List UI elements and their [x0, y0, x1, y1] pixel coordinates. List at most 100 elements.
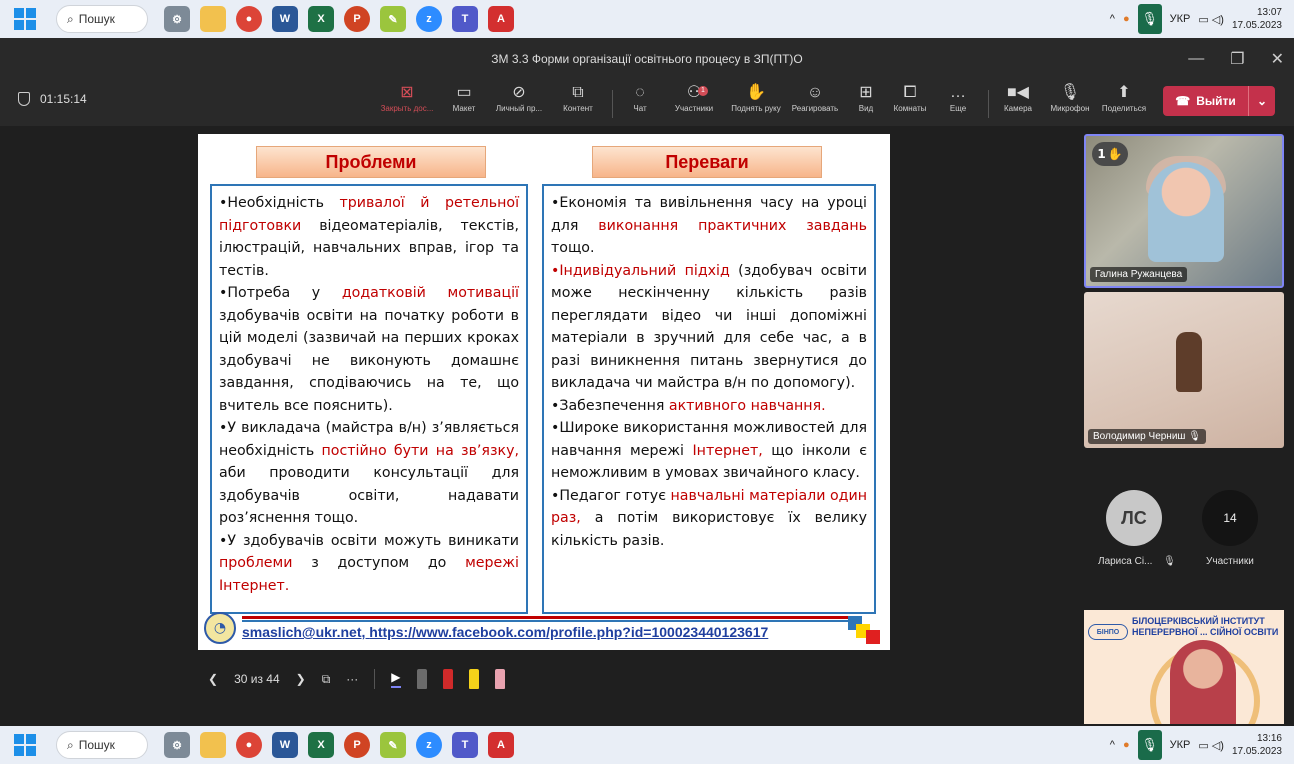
timer-label: 01:15:14	[40, 92, 87, 106]
hand-icon: ✋	[1107, 147, 1123, 161]
pdf-icon[interactable]: A	[488, 732, 514, 758]
restore-icon[interactable]: ❐	[1230, 49, 1244, 69]
highlighter-icon[interactable]	[468, 669, 479, 689]
teams-icon[interactable]: T	[452, 732, 478, 758]
meeting-toolbar: 01:15:14 ⊠ Закрыть дос... ▭ Макет ⊘ Личный …	[0, 80, 1294, 126]
more-button[interactable]: … Еще	[928, 82, 988, 113]
eraser-icon[interactable]	[494, 669, 505, 689]
slide-grid-icon[interactable]: ⧉	[322, 672, 331, 687]
text-segment: аби проводити консультації для здобувачі…	[219, 465, 519, 526]
paint-icon[interactable]: ✎	[380, 6, 406, 32]
minimize-icon[interactable]: —	[1188, 50, 1204, 68]
system-tray: ^ ● 🎙 УКР ▭ ◁) 13:16 17.05.2023	[1110, 726, 1282, 764]
layout-button[interactable]: ▭ Макет	[434, 82, 494, 113]
powerpoint-icon[interactable]: P	[344, 6, 370, 32]
participants-button[interactable]: ⚇ 1 Участники	[664, 82, 724, 113]
taskbar-search[interactable]: ⌕ Пошук	[56, 731, 148, 759]
language-indicator[interactable]: УКР	[1170, 13, 1191, 25]
pointer-icon[interactable]: ▶	[391, 670, 401, 688]
pdf-icon[interactable]: A	[488, 6, 514, 32]
clock[interactable]: 13:07 17.05.2023	[1232, 6, 1282, 32]
mic-tray-icon[interactable]: 🎙	[1137, 4, 1162, 34]
leave-label: Выйти	[1196, 94, 1236, 108]
chevron-right-icon[interactable]: ❯	[296, 672, 306, 686]
rooms-icon: ⧠	[903, 84, 917, 101]
gear-icon[interactable]: ⚙	[164, 732, 190, 758]
chevron-up-icon[interactable]: ^	[1110, 739, 1115, 751]
footer-email-link[interactable]: smaslich@ukr.net	[242, 624, 361, 640]
leave-main[interactable]: ☎ Выйти	[1163, 86, 1249, 116]
powerpoint-icon[interactable]: P	[344, 732, 370, 758]
gear-icon[interactable]: ⚙	[164, 6, 190, 32]
share-button[interactable]: ⬆ Поделиться	[1094, 82, 1154, 113]
text-segment: •Потреба у	[219, 285, 342, 301]
chat-button[interactable]: ◌ Чат	[610, 82, 670, 113]
chevron-up-icon[interactable]: ^	[1110, 13, 1115, 25]
word-icon[interactable]: W	[272, 732, 298, 758]
taskbar-apps: ⚙ ● W X P ✎ z T A	[164, 6, 514, 32]
word-icon[interactable]: W	[272, 6, 298, 32]
excel-icon[interactable]: X	[308, 6, 334, 32]
footer-facebook-link[interactable]: https://www.facebook.com/profile.php?id=…	[369, 624, 768, 640]
grid-icon: ⊞	[859, 84, 873, 101]
participants-count[interactable]: 14	[1202, 490, 1258, 546]
chevron-down-icon[interactable]: ⌄	[1249, 94, 1275, 108]
chrome-icon[interactable]: ●	[236, 6, 262, 32]
hand-icon: ✋	[746, 84, 766, 101]
camera-button[interactable]: ■◀ Камера	[988, 82, 1048, 113]
stop-sharing-button[interactable]: ⊠ Закрыть дос...	[377, 82, 437, 113]
chrome-icon[interactable]: ●	[236, 732, 262, 758]
author-logo-icon: ◔	[204, 612, 236, 644]
self-view-video[interactable]: БІНПО БІЛОЦЕРКІВСЬКИЙ ІНСТИТУТ НЕПЕРЕРВН…	[1084, 610, 1284, 724]
text-segment: •Педагог готує	[551, 487, 671, 504]
system-tray: ^ ● 🎙 УКР ▭ ◁) 13:07 17.05.2023	[1110, 0, 1282, 38]
highlight-text: додатковій мотивації	[341, 285, 519, 301]
mic-button[interactable]: 🎙 Микрофон	[1040, 82, 1100, 113]
clock[interactable]: 13:16 17.05.2023	[1232, 732, 1282, 758]
tray-apps-icon[interactable]: ●	[1123, 13, 1130, 25]
language-indicator[interactable]: УКР	[1170, 739, 1191, 751]
taskbar-search[interactable]: ⌕ Пошук	[56, 5, 148, 33]
teams-icon[interactable]: T	[452, 6, 478, 32]
share-icon: ⬆	[1117, 84, 1131, 101]
microphone-icon: 🎙	[1059, 84, 1081, 101]
network-volume-icon[interactable]: ▭ ◁)	[1198, 739, 1224, 752]
content-button[interactable]: ⧉ Контент	[548, 82, 608, 113]
more-icon[interactable]: ···	[346, 672, 358, 686]
slide-header-advantages: Переваги	[592, 146, 822, 178]
paint-icon[interactable]: ✎	[380, 732, 406, 758]
participant-video-tile[interactable]: 1 ✋ Галина Ружанцева	[1084, 134, 1284, 288]
network-volume-icon[interactable]: ▭ ◁)	[1198, 13, 1224, 26]
problems-text-box: •Необхідність тривалої й ретельної підго…	[210, 184, 528, 614]
participant-video-tile[interactable]: Володимир Черниш 🎙	[1084, 292, 1284, 448]
private-view-button[interactable]: ⊘ Личный пр...	[489, 82, 549, 113]
zoom-icon[interactable]: z	[416, 732, 442, 758]
close-icon[interactable]: ✕	[1271, 49, 1284, 69]
highlight-text: виконання практичних завдань	[598, 217, 867, 234]
red-pen-icon[interactable]	[442, 669, 453, 689]
excel-icon[interactable]: X	[308, 732, 334, 758]
zoom-icon[interactable]: z	[416, 6, 442, 32]
avatar[interactable]: ЛС	[1106, 490, 1162, 546]
folder-icon[interactable]	[200, 732, 226, 758]
divider	[374, 669, 376, 689]
stop-share-icon: ⊠	[400, 84, 414, 101]
folder-icon[interactable]	[200, 6, 226, 32]
taskbar-top: ⌕ Пошук ⚙ ● W X P ✎ z T A ^ ● 🎙 УКР ▭ ◁) …	[0, 0, 1294, 38]
mic-tray-icon[interactable]: 🎙	[1137, 730, 1162, 760]
mic-muted-icon: 🎙	[1163, 556, 1176, 567]
text-segment: тощо.	[551, 240, 595, 256]
windows-start-icon[interactable]	[14, 734, 36, 756]
raise-hand-button[interactable]: ✋ Поднять руку	[726, 82, 786, 113]
chevron-left-icon[interactable]: ❮	[208, 672, 218, 686]
leave-button[interactable]: ☎ Выйти ⌄	[1163, 86, 1275, 116]
more-icon: …	[950, 84, 966, 101]
search-label: Пошук	[78, 12, 115, 26]
tray-apps-icon[interactable]: ●	[1123, 739, 1130, 751]
windows-start-icon[interactable]	[14, 8, 36, 30]
pen-icon[interactable]	[416, 669, 427, 689]
institute-title-line: БІЛОЦЕРКІВСЬКИЙ ІНСТИТУТ	[1132, 616, 1265, 626]
text-segment: здобувачів освіти на початку роботи в ці…	[219, 307, 519, 414]
highlight-text: активного навчання.	[668, 397, 826, 414]
eye-off-icon: ⊘	[512, 84, 526, 101]
